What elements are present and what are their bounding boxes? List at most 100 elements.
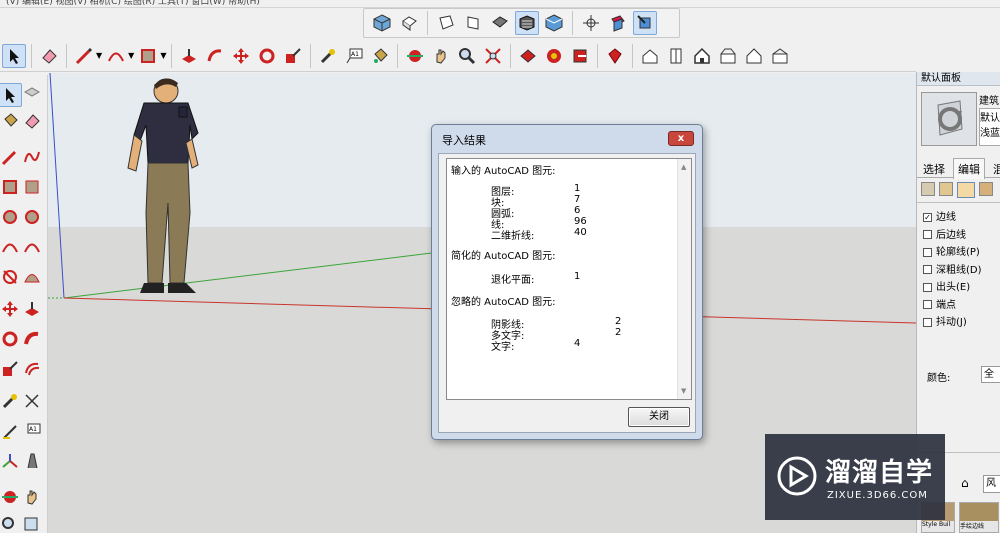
polygon-icon[interactable] <box>20 205 44 229</box>
checkbox-checked-icon[interactable]: ✓ <box>923 212 932 222</box>
chevron-down-icon[interactable]: ▼ <box>160 51 166 60</box>
edge-settings-icon[interactable] <box>921 182 935 196</box>
color-select[interactable]: 全部 <box>981 366 1000 383</box>
checkbox-icon[interactable] <box>923 300 932 309</box>
axes-icon[interactable] <box>0 449 22 473</box>
right-view-button[interactable] <box>461 11 485 35</box>
paint-bucket-icon[interactable] <box>368 44 392 68</box>
rectangle-icon[interactable] <box>0 175 22 199</box>
checkbox-depth-cue[interactable]: 深粗线(D) <box>923 262 982 280</box>
top-view-button[interactable] <box>397 11 421 35</box>
checkbox-edges[interactable]: ✓ 边线 <box>923 209 982 227</box>
move-icon[interactable] <box>229 44 253 68</box>
freehand-icon[interactable] <box>20 145 44 169</box>
chevron-down-icon[interactable]: ▼ <box>128 51 134 60</box>
checkbox-back-edges[interactable]: 后边线 <box>923 227 982 245</box>
checkbox-endpoints[interactable]: 端点 <box>923 297 982 315</box>
tab-select[interactable]: 选择 <box>923 161 945 177</box>
rectangle-icon[interactable] <box>136 44 160 68</box>
eraser-icon[interactable] <box>20 109 44 133</box>
zoom-window-icon[interactable] <box>20 513 44 533</box>
watermark-settings-icon[interactable] <box>979 182 993 196</box>
front-house-icon[interactable] <box>690 44 714 68</box>
close-icon[interactable]: x <box>668 131 694 146</box>
checkbox-icon[interactable] <box>923 230 932 239</box>
home-icon[interactable]: ⌂ <box>961 476 969 490</box>
tape-measure-icon[interactable] <box>316 44 340 68</box>
iso-view-button[interactable] <box>370 11 394 35</box>
pencil-line-icon[interactable] <box>0 145 22 169</box>
display-section-icon[interactable] <box>633 11 657 35</box>
scroll-down-icon[interactable]: ▼ <box>681 387 686 395</box>
checkbox-profiles[interactable]: 轮廓线(P) <box>923 244 982 262</box>
background-settings-icon[interactable] <box>957 182 975 198</box>
checkbox-jitter[interactable]: 抖动(J) <box>923 314 982 332</box>
extension-ruby-icon[interactable] <box>603 44 627 68</box>
move-icon[interactable] <box>0 297 22 321</box>
rotate-icon[interactable] <box>0 327 22 351</box>
text-label-icon[interactable]: A1 <box>20 419 44 443</box>
checkbox-extension[interactable]: 出头(E) <box>923 279 982 297</box>
pie-icon[interactable] <box>0 265 22 289</box>
checkbox-icon[interactable] <box>923 317 932 327</box>
two-point-arc-icon[interactable] <box>20 235 44 259</box>
front-view-button[interactable] <box>434 11 458 35</box>
select-arrow-icon[interactable] <box>2 43 26 68</box>
scroll-up-icon[interactable]: ▲ <box>681 163 686 171</box>
right-house-icon[interactable] <box>716 44 740 68</box>
3d-text-icon[interactable] <box>20 449 44 473</box>
results-textbox[interactable]: 输入的 AutoCAD 图元: 图层: 1 块: 7 圆弧: 6 线: 96 二… <box>446 158 692 400</box>
zoom-extents-icon[interactable] <box>481 44 505 68</box>
menu-bar[interactable]: (V) 编辑(E) 视图(V) 相机(C) 绘图(R) 工具(T) 窗口(W) … <box>0 0 1000 8</box>
scrollbar[interactable]: ▲ ▼ <box>677 159 691 399</box>
scale-icon[interactable] <box>281 44 305 68</box>
dimension-icon[interactable] <box>20 389 44 413</box>
rotate-icon[interactable] <box>255 44 279 68</box>
arc-icon[interactable] <box>104 44 128 68</box>
chevron-down-icon[interactable]: ▼ <box>96 51 102 60</box>
eraser-icon[interactable] <box>37 44 61 68</box>
zoom-icon[interactable] <box>0 513 22 533</box>
tape-measure-icon[interactable] <box>0 389 22 413</box>
three-point-arc-icon[interactable] <box>20 265 44 289</box>
select-arrow-icon[interactable] <box>0 83 22 107</box>
follow-me-icon[interactable] <box>203 44 227 68</box>
push-pull-icon[interactable] <box>20 297 44 321</box>
orbit-icon[interactable] <box>0 485 22 509</box>
style-thumbnail[interactable] <box>921 92 977 146</box>
checkbox-icon[interactable] <box>923 282 932 292</box>
pan-hand-icon[interactable] <box>20 485 44 509</box>
left-house-icon[interactable] <box>768 44 792 68</box>
close-button[interactable]: 关闭 <box>628 407 690 427</box>
checkbox-icon[interactable] <box>923 265 932 274</box>
arc-icon[interactable] <box>0 235 22 259</box>
tab-edit[interactable]: 编辑 <box>953 158 985 179</box>
follow-me-icon[interactable] <box>20 327 44 351</box>
text-label-icon[interactable]: A1 <box>342 44 366 68</box>
top-house-icon[interactable] <box>664 44 688 68</box>
left-view-button[interactable] <box>515 11 539 35</box>
shaded-view-button[interactable] <box>542 11 566 35</box>
orbit-icon[interactable] <box>403 44 427 68</box>
warehouse-icon[interactable] <box>516 44 540 68</box>
circle-icon[interactable] <box>0 205 22 229</box>
style-thumb[interactable]: 手绘边线 <box>959 502 999 533</box>
make-component-icon[interactable] <box>20 83 44 107</box>
section-plane-icon[interactable] <box>606 11 630 35</box>
push-pull-icon[interactable] <box>177 44 201 68</box>
checkbox-icon[interactable] <box>923 247 932 257</box>
face-settings-icon[interactable] <box>939 182 953 196</box>
back-house-icon[interactable] <box>742 44 766 68</box>
tab-mix[interactable]: 混 <box>993 161 1000 177</box>
rotated-rectangle-icon[interactable] <box>20 175 44 199</box>
iso-house-icon[interactable] <box>638 44 662 68</box>
pencil-line-icon[interactable] <box>72 44 96 68</box>
zoom-icon[interactable] <box>455 44 479 68</box>
scale-icon[interactable] <box>0 357 22 381</box>
style-collection-select[interactable]: 风格 <box>983 475 1000 493</box>
axes-icon[interactable] <box>579 11 603 35</box>
offset-icon[interactable] <box>20 357 44 381</box>
protractor-icon[interactable] <box>0 419 22 443</box>
pan-hand-icon[interactable] <box>429 44 453 68</box>
back-view-button[interactable] <box>488 11 512 35</box>
